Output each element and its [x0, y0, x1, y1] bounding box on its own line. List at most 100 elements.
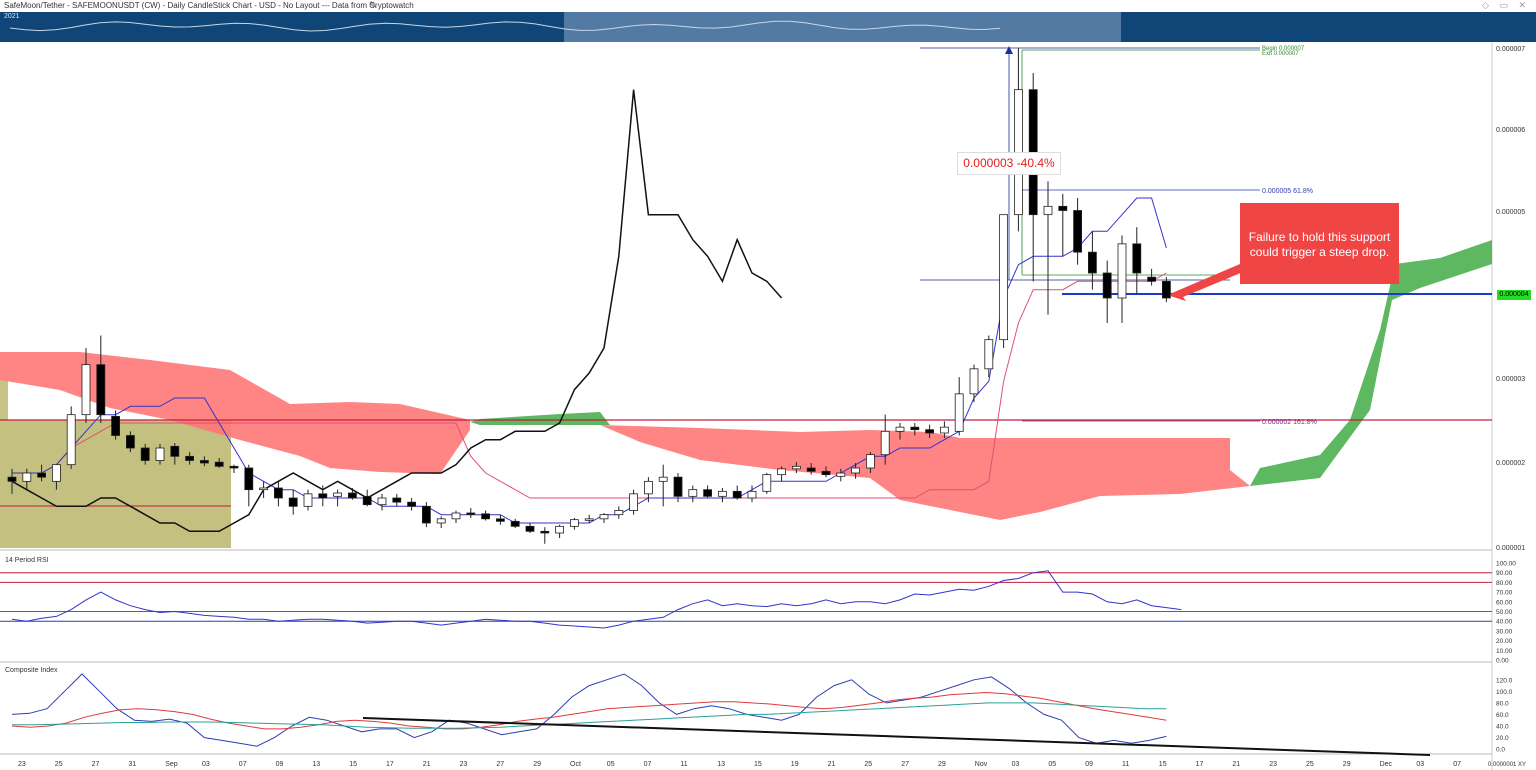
navigator-line — [9, 20, 1001, 32]
candle-body — [140, 447, 150, 461]
rsi-tick-label: 80.00 — [1496, 580, 1513, 587]
candle-body — [940, 426, 949, 434]
rsi-title: 14 Period RSI — [5, 557, 49, 564]
composite-tick-label: 20.0 — [1496, 735, 1509, 742]
composite-series-line — [11, 673, 1167, 747]
date-tick-label: 25 — [1306, 761, 1314, 768]
date-tick-label: 05 — [1048, 761, 1056, 768]
rsi-tick-label: 100.00 — [1496, 561, 1516, 568]
candle-body — [925, 429, 934, 434]
candle-body — [126, 435, 135, 449]
price-tick-label: 0.000006 — [1496, 127, 1525, 134]
support-callout[interactable]: Failure to hold this support could trigg… — [1240, 203, 1399, 284]
candle-body — [821, 470, 831, 476]
rsi-tick-label: 50.00 — [1496, 609, 1513, 616]
date-tick-label: Nov — [975, 761, 988, 768]
candle-body — [362, 495, 372, 506]
candle-body — [880, 430, 890, 456]
candle-body — [81, 364, 91, 416]
bull-cloud-left — [470, 412, 610, 425]
date-tick-label: 29 — [938, 761, 946, 768]
rsi-tick-label: 10.00 — [1496, 648, 1513, 655]
date-tick-label: Sep — [165, 761, 178, 768]
candle-body — [111, 415, 120, 436]
candle-body — [1117, 243, 1127, 299]
candle-body — [229, 465, 239, 469]
date-tick-label: 23 — [460, 761, 468, 768]
composite-tick-label: 60.0 — [1496, 712, 1509, 719]
date-tick-label: 15 — [1159, 761, 1167, 768]
date-tick-label: 07 — [644, 761, 652, 768]
rsi-tick-label: 20.00 — [1496, 638, 1513, 645]
candle-body — [599, 514, 609, 520]
price-tick-label: 0.000007 — [1496, 46, 1525, 53]
date-tick-label: Oct — [570, 761, 581, 768]
price-tick-label: 0.000001 — [1496, 545, 1525, 552]
date-tick-label: 05 — [607, 761, 615, 768]
price-tick-label: 0.000005 — [1496, 209, 1525, 216]
date-tick-label: 25 — [864, 761, 872, 768]
date-tick-label: 21 — [828, 761, 836, 768]
edit-pencil-icon[interactable]: ✎ — [369, 1, 377, 10]
date-tick-label: 07 — [239, 761, 247, 768]
date-tick-label: 17 — [1196, 761, 1204, 768]
candle-body — [22, 472, 32, 482]
candle-body — [377, 497, 387, 506]
candle-body — [37, 472, 46, 478]
candle-body — [762, 474, 772, 492]
candle-body — [614, 510, 624, 516]
date-tick-label: 07 — [1453, 761, 1461, 768]
date-tick-label: 15 — [754, 761, 762, 768]
date-tick-label: 27 — [496, 761, 504, 768]
date-tick-label: 13 — [717, 761, 725, 768]
date-tick-label: 17 — [386, 761, 394, 768]
composite-tick-label: 80.0 — [1496, 700, 1509, 707]
candle-body — [954, 393, 964, 432]
date-tick-label: 11 — [1122, 761, 1129, 768]
bear-cloud-mid — [600, 425, 1250, 520]
candle-body — [436, 518, 446, 524]
candle-body — [969, 368, 979, 395]
candle-body — [333, 492, 343, 497]
candle-body — [214, 461, 224, 467]
candle-body — [895, 426, 905, 432]
callout-arrow — [1170, 264, 1243, 301]
date-tick-label: 29 — [533, 761, 541, 768]
candle-body — [347, 492, 357, 499]
candle-body — [495, 518, 505, 522]
rsi-tick-label: 70.00 — [1496, 590, 1513, 597]
rsi-tick-label: 90.00 — [1496, 570, 1513, 577]
candle-body — [718, 490, 727, 497]
date-tick-label: 25 — [55, 761, 63, 768]
candle-body — [510, 520, 520, 527]
chart-area[interactable]: 0.000007 0.000006 0.000005 0.000003 0.000002… — [0, 42, 1536, 770]
rsi-line — [11, 570, 1182, 629]
candle-body — [673, 476, 683, 497]
candle-body — [451, 512, 461, 520]
date-tick-label: 27 — [901, 761, 909, 768]
fib-1618-label: 0.000002 161.8% — [1262, 419, 1317, 426]
date-tick-label: 09 — [1085, 761, 1093, 768]
composite-trendline — [362, 717, 1431, 756]
composite-series-line — [12, 702, 1167, 729]
candle-body — [584, 518, 594, 521]
candle-body — [540, 530, 550, 534]
candle-body — [644, 480, 653, 495]
chart-title: SafeMoon/Tether - SAFEMOONUSDT (CW) - Da… — [4, 1, 414, 10]
composite-tick-label: 40.0 — [1496, 724, 1509, 731]
candle-body — [777, 468, 786, 476]
candle-body — [96, 364, 106, 416]
candle-body — [481, 513, 491, 520]
window-control-icons[interactable]: ◇ ▭ ✕ — [1482, 0, 1530, 11]
candle-body — [392, 497, 402, 503]
candle-body — [1102, 272, 1112, 299]
date-tick-label: 31 — [128, 761, 136, 768]
candle-body — [910, 426, 920, 431]
price-tick-label: 0.000002 — [1496, 460, 1525, 467]
fib-618-label: 0.000005 61.8% — [1262, 188, 1313, 195]
date-tick-label: 13 — [312, 761, 320, 768]
candle-body — [52, 464, 61, 482]
measure-label[interactable]: 0.000003 -40.4% — [957, 152, 1061, 175]
candle-body — [1132, 243, 1142, 274]
candle-body — [836, 472, 846, 477]
